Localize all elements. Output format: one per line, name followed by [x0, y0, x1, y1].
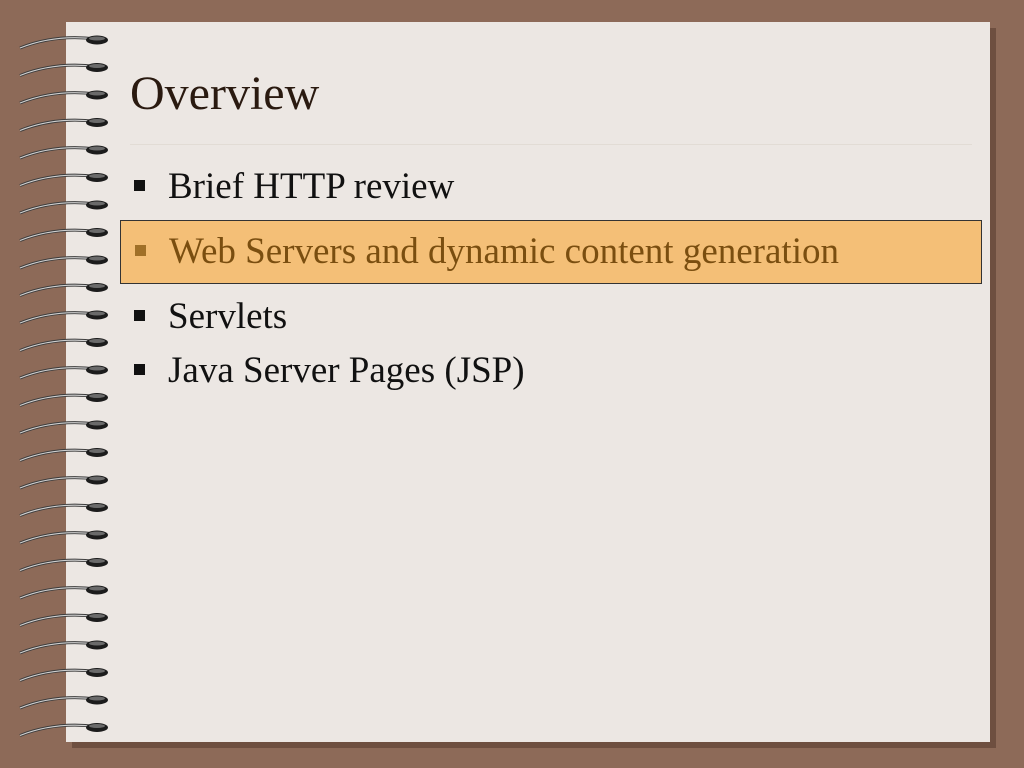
- square-bullet-icon: [134, 180, 145, 191]
- spiral-binding-icon: [19, 35, 108, 737]
- square-bullet-icon: [134, 364, 145, 375]
- slide: Overview Brief HTTP review Web Servers a…: [0, 0, 1024, 768]
- bullet-item-http-review: Brief HTTP review: [120, 160, 982, 214]
- bullet-item-jsp: Java Server Pages (JSP): [120, 344, 982, 398]
- slide-title: Overview: [130, 67, 320, 120]
- bullet-text: Servlets: [168, 296, 288, 337]
- bullet-text: Java Server Pages (JSP): [168, 350, 525, 391]
- square-bullet-icon: [134, 310, 145, 321]
- bullet-item-servlets: Servlets: [120, 290, 982, 344]
- square-bullet-icon: [135, 245, 146, 256]
- bullet-item-web-servers: Web Servers and dynamic content generati…: [120, 220, 982, 284]
- bullet-text: Brief HTTP review: [168, 166, 455, 207]
- bullet-text: Web Servers and dynamic content generati…: [169, 231, 839, 272]
- title-divider: [130, 144, 972, 145]
- bullet-list: Brief HTTP review Web Servers and dynami…: [120, 160, 982, 398]
